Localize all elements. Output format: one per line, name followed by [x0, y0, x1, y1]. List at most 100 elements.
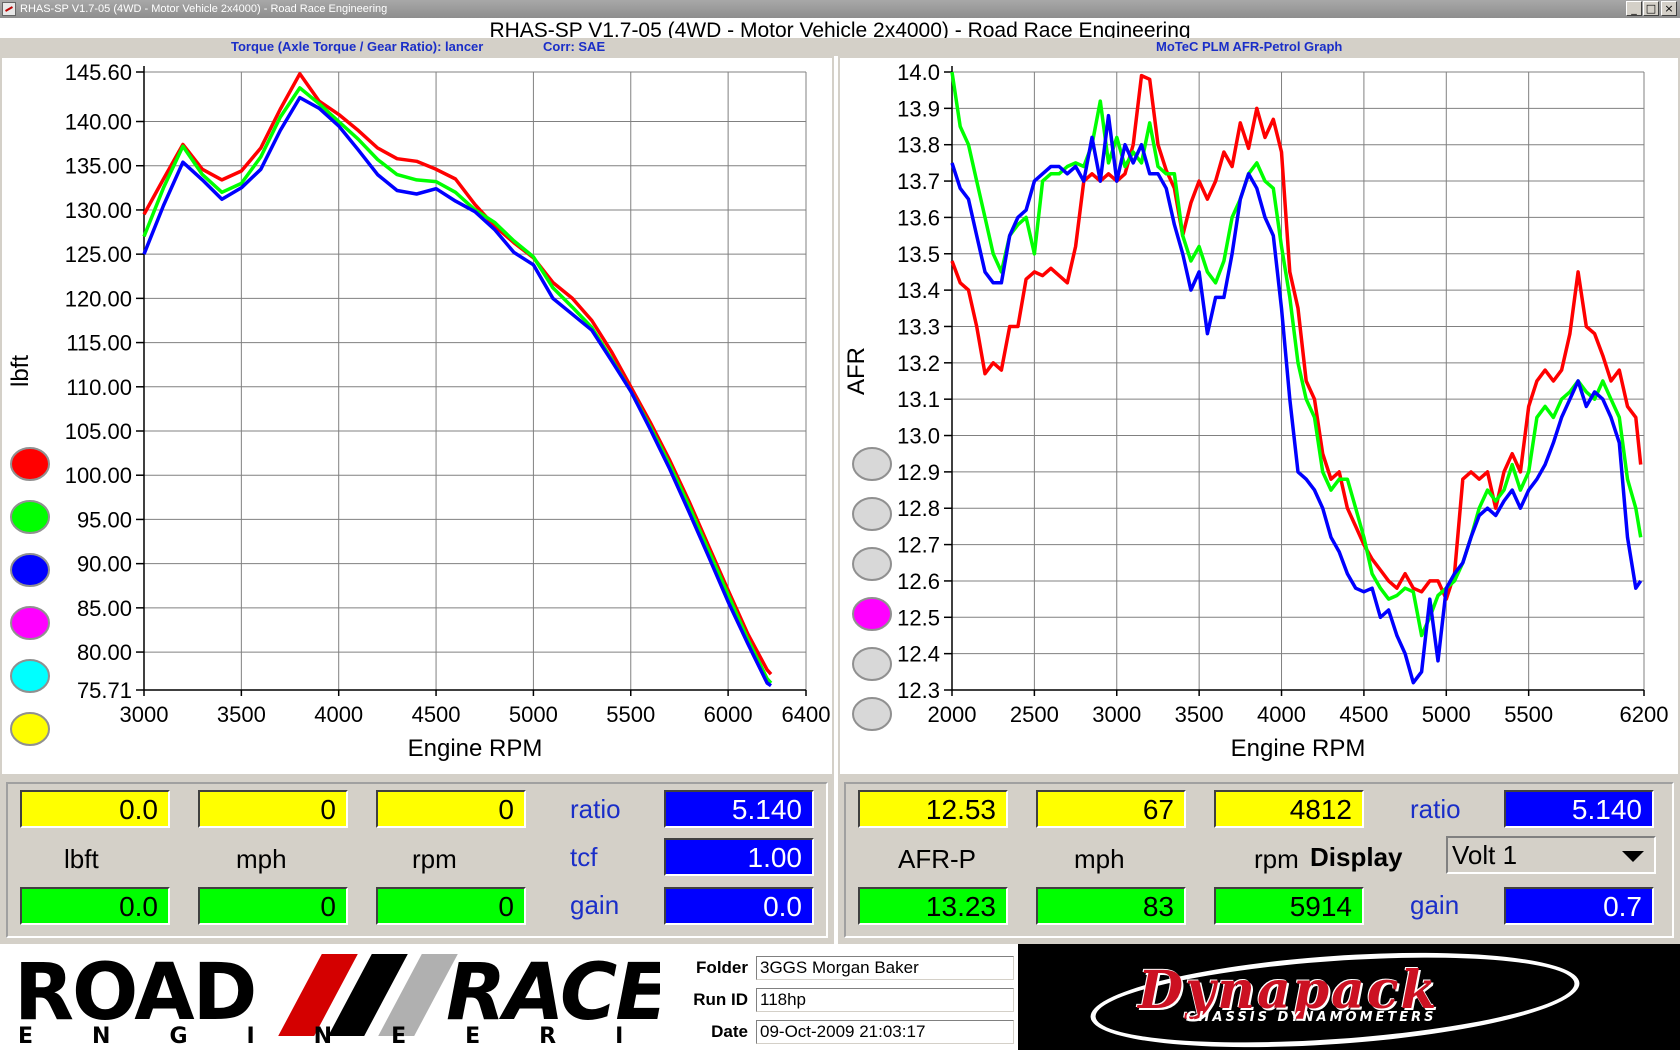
afr-x-tick-label: 2500 [1010, 702, 1059, 727]
cursor2-mph-field-afr: 83 [1036, 887, 1186, 925]
rpm-label-afr: rpm [1254, 844, 1299, 874]
window-title: RHAS-SP V1.7-05 (4WD - Motor Vehicle 2x4… [20, 3, 388, 15]
afr-y-tick-label: 13.6 [897, 205, 940, 230]
torque-chart-panel[interactable]: 145.60 140.00 135.00 130.00 125.00 120.00 115.… [0, 56, 834, 776]
run-info: Folder 3GGS Morgan Baker Run ID 118hp Da… [660, 944, 1018, 1050]
torque-series-line-0 [142, 72, 773, 676]
torque-legend-marker-5 [10, 712, 50, 746]
torque-y-tick-label: 95.00 [77, 507, 132, 532]
torque-x-tick-label: 5000 [509, 702, 558, 727]
afr-legend-marker-2 [852, 547, 892, 581]
ratio-input-afr[interactable]: 5.140 [1504, 790, 1654, 828]
afr-x-tick-label: 4500 [1339, 702, 1388, 727]
cursor1-lbft-field: 0.0 [20, 790, 170, 828]
run-id-label: Run ID [693, 990, 748, 1009]
close-button[interactable]: × [1661, 1, 1677, 16]
dynapack-subtitle: CHASSIS DYNAMOMETERS [1186, 1010, 1437, 1025]
date-label: Date [711, 1022, 748, 1041]
afr-y-tick-label: 14.0 [897, 60, 940, 85]
torque-chart[interactable]: 145.60 140.00 135.00 130.00 125.00 120.00 115.… [2, 58, 832, 774]
torque-legend-marker-1 [10, 500, 50, 534]
torque-x-tick-label: 6000 [704, 702, 753, 727]
torque-x-tick-label: 3000 [120, 702, 169, 727]
cursor2-lbft-field: 0.0 [20, 887, 170, 925]
afr-x-axis-label: Engine RPM [1231, 735, 1366, 762]
afr-chart-panel[interactable]: 14.0 13.9 13.8 13.7 13.6 13.5 13.4 13.3 13.2 13.1… [838, 56, 1680, 776]
torque-legend-marker-4 [10, 659, 50, 693]
afr-p-label: AFR-P [898, 844, 976, 874]
tcf-input[interactable]: 1.00 [664, 838, 814, 876]
afr-y-tick-label: 12.3 [897, 678, 940, 703]
afr-chart[interactable]: 14.0 13.9 13.8 13.7 13.6 13.5 13.4 13.3 13.2 13.1… [840, 58, 1678, 774]
afr-y-tick-label: 12.7 [897, 533, 940, 558]
afr-legend-marker-3 [852, 597, 892, 631]
afr-legend-marker-1 [852, 497, 892, 531]
ratio-label: ratio [570, 794, 621, 824]
afr-x-tick-label: 3000 [1092, 702, 1141, 727]
lbft-label: lbft [64, 844, 99, 874]
date-field[interactable]: 09-Oct-2009 21:03:17 [756, 1020, 1014, 1044]
cursor1-afr-field: 12.53 [858, 790, 1008, 828]
torque-legend-marker-3 [10, 606, 50, 640]
graph-subheader: Torque (Axle Torque / Gear Ratio): lance… [0, 38, 1680, 56]
run-id-field[interactable]: 118hp [756, 988, 1014, 1012]
torque-y-tick-label: 130.00 [65, 198, 132, 223]
afr-readout-panel: 12.53 67 4812 AFR-P mph rpm Display 13.2… [838, 776, 1680, 944]
torque-y-tick-label: 120.00 [65, 286, 132, 311]
display-label: Display [1310, 842, 1403, 872]
folder-field[interactable]: 3GGS Morgan Baker [756, 956, 1014, 980]
ratio-label-afr: ratio [1410, 794, 1461, 824]
afr-y-tick-label: 13.3 [897, 314, 940, 339]
app-icon[interactable] [2, 2, 16, 16]
correction-label: Corr: SAE [543, 39, 606, 54]
torque-y-tick-label: 145.60 [65, 60, 132, 85]
afr-x-tick-label: 2000 [928, 702, 977, 727]
afr-y-tick-label: 12.6 [897, 569, 940, 594]
torque-y-tick-label: 110.00 [66, 375, 132, 400]
cursor2-mph-field: 0 [198, 887, 348, 925]
gain-input-afr[interactable]: 0.7 [1504, 887, 1654, 925]
torque-x-tick-label: 4000 [314, 702, 363, 727]
caption-title: RHAS-SP V1.7-05 (4WD - Motor Vehicle 2x4… [489, 19, 1191, 38]
dyno-app-window: RHAS-SP V1.7-05 (4WD - Motor Vehicle 2x4… [0, 0, 1680, 1050]
afr-y-tick-label: 13.8 [897, 133, 940, 158]
torque-y-tick-label: 75.71 [77, 678, 132, 703]
logo-engineering: ENGINEERING [18, 1024, 660, 1049]
display-select-value: Volt 1 [1452, 840, 1518, 870]
afr-legend-marker-5 [852, 697, 892, 731]
afr-y-tick-label: 13.1 [897, 387, 940, 412]
afr-legend-marker-4 [852, 647, 892, 681]
footer: ROAD RACE ENGINEERING Folder 3GGS Morgan… [0, 944, 1680, 1050]
torque-readout-panel: 0.0 0 0 lbft mph rpm 0.0 0 0 ratio tcf g… [0, 776, 834, 944]
gain-label: gain [570, 890, 620, 920]
afr-x-tick-label: 4000 [1257, 702, 1306, 727]
cursor2-rpm-field: 0 [376, 887, 526, 925]
gain-label-afr: gain [1410, 890, 1460, 920]
afr-y-tick-label: 13.4 [897, 278, 940, 303]
afr-y-tick-label: 13.9 [897, 96, 940, 121]
afr-y-tick-label: 13.5 [897, 242, 940, 267]
gain-input[interactable]: 0.0 [664, 887, 814, 925]
torque-x-tick-label: 3500 [217, 702, 266, 727]
torque-series-line-1 [142, 86, 773, 685]
mph-label-afr: mph [1074, 844, 1125, 874]
afr-x-tick-label: 3500 [1175, 702, 1224, 727]
torque-y-tick-label: 140.00 [65, 110, 132, 135]
torque-x-tick-label: 6400 [782, 702, 831, 727]
maximize-button[interactable]: □ [1643, 1, 1659, 16]
display-select[interactable]: Volt 1 [1446, 836, 1656, 874]
afr-y-axis-label: AFR [843, 347, 870, 395]
chevron-down-icon[interactable] [1622, 851, 1644, 862]
torque-y-tick-label: 85.00 [77, 596, 132, 621]
afr-legend-marker-0 [852, 447, 892, 481]
afr-y-tick-label: 12.8 [897, 496, 940, 521]
minimize-button[interactable]: _ [1626, 1, 1642, 16]
torque-x-axis-label: Engine RPM [408, 735, 543, 762]
torque-y-tick-label: 80.00 [77, 640, 132, 665]
title-bar[interactable]: RHAS-SP V1.7-05 (4WD - Motor Vehicle 2x4… [0, 0, 1680, 18]
cursor1-mph-field: 0 [198, 790, 348, 828]
afr-x-tick-label: 5500 [1504, 702, 1553, 727]
cursor2-afr-field: 13.23 [858, 887, 1008, 925]
ratio-input[interactable]: 5.140 [664, 790, 814, 828]
torque-y-tick-label: 100.00 [65, 463, 132, 488]
